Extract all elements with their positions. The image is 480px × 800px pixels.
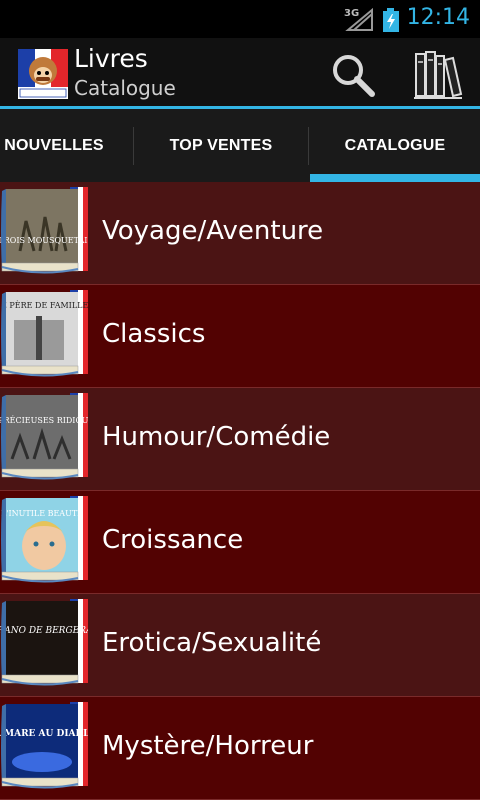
search-icon[interactable] <box>330 52 376 98</box>
app-title: Livres <box>74 44 148 73</box>
livres-francais-logo-icon[interactable] <box>18 49 68 99</box>
book-cover-icon: LA MARE AU DIABLE <box>0 702 88 789</box>
signal-icon: 3G <box>344 8 373 31</box>
list-item-croissance[interactable]: L'INUTILE BEAUTÉ Croissance <box>0 491 480 594</box>
selected-tab-indicator <box>310 174 480 182</box>
book-cover-icon: LES TROIS MOUSQUETAIRES <box>0 187 88 274</box>
book-cover-title: LES PRÉCIEUSES RIDICULES <box>0 416 88 425</box>
tab-nouvelles[interactable]: NOUVELLES <box>0 109 124 182</box>
category-label: Classics <box>102 319 206 349</box>
category-label: Humour/Comédie <box>102 422 331 452</box>
app-subtitle: Catalogue <box>74 76 176 100</box>
tab-divider <box>308 127 309 165</box>
list-item-erotica-sexualite[interactable]: CYRANO DE BERGERAC Erotica/Sexualité <box>0 594 480 697</box>
book-cover-title: LES TROIS MOUSQUETAIRES <box>0 236 88 245</box>
bookshelf-icon[interactable] <box>412 48 464 102</box>
status-bar: 3G 12:14 <box>0 0 480 38</box>
book-cover-title: LA MARE AU DIABLE <box>0 729 88 739</box>
book-cover-icon: CYRANO DE BERGERAC <box>0 599 88 686</box>
action-bar: Livres Catalogue <box>0 38 480 106</box>
tab-catalogue[interactable]: CATALOGUE <box>310 109 480 182</box>
list-item-humour-comedie[interactable]: LES PRÉCIEUSES RIDICULES Humour/Comédie <box>0 388 480 491</box>
category-label: Erotica/Sexualité <box>102 628 322 658</box>
status-clock: 12:14 <box>406 5 470 30</box>
book-cover-title: L'INUTILE BEAUTÉ <box>1 509 83 518</box>
list-item-mystere-horreur[interactable]: LA MARE AU DIABLE Mystère/Horreur <box>0 697 480 800</box>
list-item-classics[interactable]: LE PÈRE DE FAMILLE Classics <box>0 285 480 388</box>
list-item-voyage-aventure[interactable]: LES TROIS MOUSQUETAIRES Voyage/Aventure <box>0 182 480 285</box>
book-cover-title: CYRANO DE BERGERAC <box>0 626 88 636</box>
tab-bar: NOUVELLES TOP VENTES CATALOGUE <box>0 109 480 182</box>
book-cover-icon: LE PÈRE DE FAMILLE <box>0 290 88 377</box>
network-type: 3G <box>344 8 359 19</box>
tab-top-ventes[interactable]: TOP VENTES <box>134 109 308 182</box>
battery-charging-icon <box>383 8 399 32</box>
category-label: Voyage/Aventure <box>102 216 324 246</box>
category-label: Mystère/Horreur <box>102 731 314 761</box>
book-cover-title: LE PÈRE DE FAMILLE <box>0 301 88 310</box>
book-cover-icon: LES PRÉCIEUSES RIDICULES <box>0 393 88 480</box>
book-cover-icon: L'INUTILE BEAUTÉ <box>1 496 88 583</box>
category-label: Croissance <box>102 525 244 555</box>
category-list: LES TROIS MOUSQUETAIRES Voyage/Aventure … <box>0 182 480 800</box>
